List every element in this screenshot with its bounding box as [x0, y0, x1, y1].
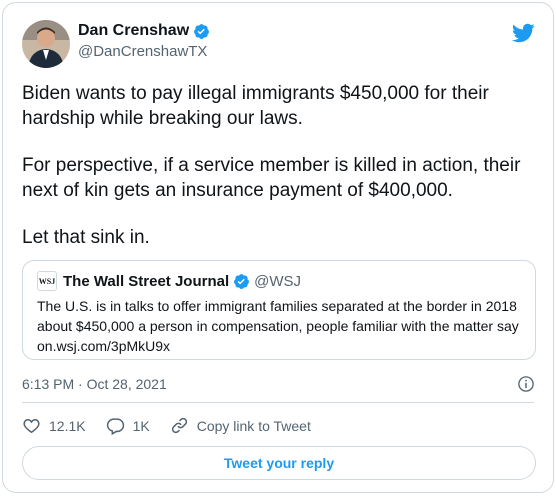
- divider: [22, 402, 534, 403]
- verified-badge-icon: [234, 273, 250, 289]
- quoted-author-handle[interactable]: @WSJ: [254, 273, 301, 290]
- reply-button[interactable]: 1K: [106, 416, 150, 435]
- tweet-paragraph: Let that sink in.: [22, 227, 150, 248]
- tweet-text: Biden wants to pay illegal immigrants $4…: [22, 81, 542, 272]
- quoted-author-name[interactable]: The Wall Street Journal: [63, 273, 229, 290]
- copy-link-button[interactable]: Copy link to Tweet: [170, 416, 311, 435]
- action-bar: 12.1K 1K Copy link to Tweet: [22, 416, 331, 435]
- link-icon: [171, 417, 187, 434]
- twitter-bird-icon[interactable]: [511, 21, 535, 45]
- reply-count: 1K: [132, 417, 150, 434]
- tweet-your-reply-button[interactable]: Tweet your reply: [22, 446, 536, 480]
- wsj-logo: WSJ: [37, 271, 57, 291]
- author-name-text[interactable]: Dan Crenshaw: [78, 22, 189, 40]
- like-count: 12.1K: [49, 417, 86, 434]
- quoted-tweet-text: The U.S. is in talks to offer immigrant …: [37, 298, 519, 354]
- tweet-paragraph: For perspective, if a service member is …: [22, 155, 521, 201]
- info-icon[interactable]: [517, 375, 535, 393]
- tweet-card: Dan Crenshaw @DanCrenshawTX Biden wants …: [2, 2, 554, 493]
- verified-badge-icon: [194, 23, 210, 39]
- quoted-tweet-header: WSJ The Wall Street Journal @WSJ: [37, 271, 301, 291]
- author-handle[interactable]: @DanCrenshawTX: [78, 43, 207, 60]
- copy-link-label: Copy link to Tweet: [196, 417, 311, 434]
- tweet-paragraph: Biden wants to pay illegal immigrants $4…: [22, 83, 489, 129]
- avatar[interactable]: [22, 20, 70, 68]
- like-button[interactable]: 12.1K: [22, 416, 86, 435]
- tweet-timestamp[interactable]: 6:13 PM · Oct 28, 2021: [22, 376, 167, 392]
- heart-icon: [23, 419, 40, 434]
- reply-bubble-icon: [106, 418, 124, 435]
- quoted-tweet[interactable]: WSJ The Wall Street Journal @WSJ The U.S…: [22, 260, 536, 360]
- author-name[interactable]: Dan Crenshaw: [78, 22, 210, 40]
